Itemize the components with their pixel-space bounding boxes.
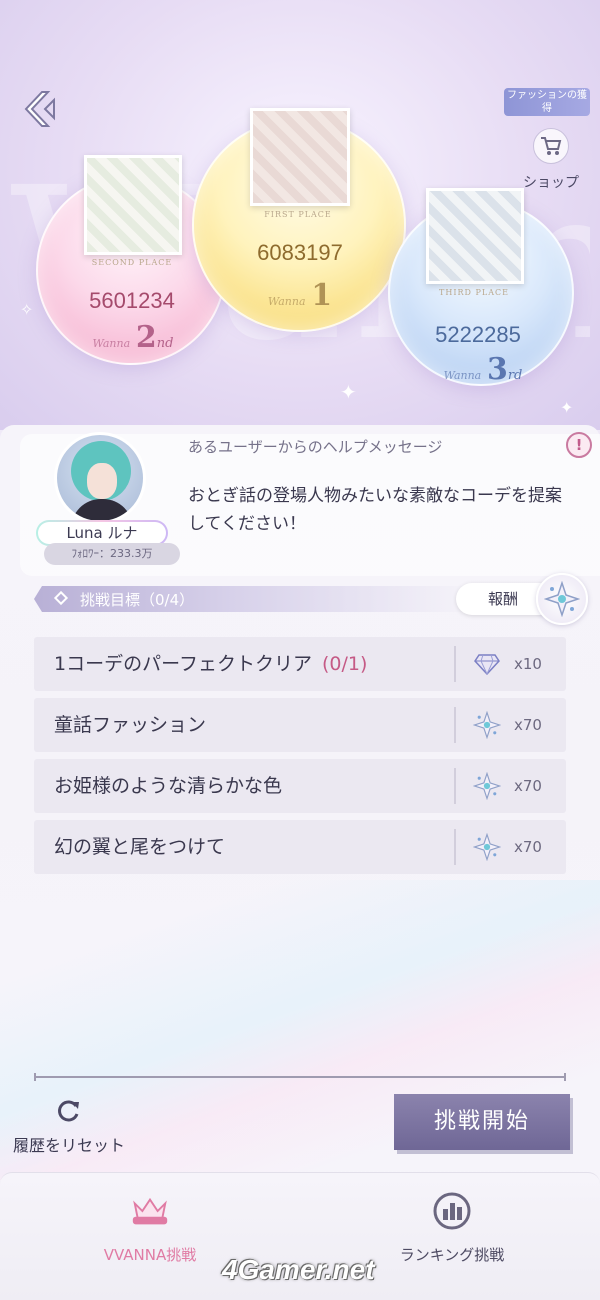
star-gem-icon bbox=[544, 581, 580, 617]
sparkle-icon: ✧ bbox=[20, 300, 34, 319]
bottom-divider bbox=[34, 1073, 566, 1081]
sparkle-icon: ✦ bbox=[560, 398, 574, 417]
user-name: Luna ルナ bbox=[38, 522, 166, 544]
reward-button[interactable] bbox=[536, 573, 588, 625]
follower-count: ﾌｫﾛﾜｰ：233.3万 bbox=[44, 543, 180, 565]
task-row[interactable]: 幻の翼と尾をつけて x70 bbox=[34, 820, 566, 874]
star-gem-icon bbox=[472, 832, 502, 862]
third-place-rank: Wanna 3rd bbox=[418, 352, 548, 387]
task-divider bbox=[454, 829, 456, 865]
first-place-photo[interactable] bbox=[250, 108, 350, 206]
first-place-score: 6083197 bbox=[257, 240, 343, 265]
third-place-score: 5222285 bbox=[435, 322, 521, 347]
rank-suffix: rd bbox=[507, 368, 523, 383]
task-label-text: 1コーデのパーフェクトクリア bbox=[54, 653, 312, 675]
task-divider bbox=[454, 646, 456, 682]
rank-sign-text: Wanna bbox=[267, 295, 306, 308]
task-row[interactable]: 1コーデのパーフェクトクリア (0/1) x10 bbox=[34, 637, 566, 691]
star-gem-icon bbox=[472, 710, 502, 740]
task-progress: (0/1) bbox=[321, 653, 368, 675]
first-place-rank: Wanna 1 bbox=[235, 278, 365, 313]
diamond-icon bbox=[472, 649, 502, 679]
help-message: おとぎ話の登場人物みたいな素敵なコーデを提案してください！ bbox=[188, 486, 562, 534]
chevron-left-icon bbox=[24, 91, 55, 127]
goal-title: 挑戦目標（0/4） bbox=[80, 591, 195, 609]
back-button[interactable] bbox=[20, 88, 62, 130]
task-reward-count: x10 bbox=[514, 655, 542, 673]
task-reward-count: x70 bbox=[514, 838, 542, 856]
second-place-caption: SECOND PLACE bbox=[91, 258, 173, 267]
watermark-logo: 4Gamer.net bbox=[222, 1254, 375, 1285]
second-place-rank: Wanna 2nd bbox=[68, 320, 198, 355]
third-place-caption: THIRD PLACE bbox=[439, 288, 509, 297]
sparkle-icon: ✦ bbox=[340, 380, 357, 404]
reset-label: 履歴をリセット bbox=[12, 1136, 125, 1155]
task-label: お姫様のような清らかな色 bbox=[54, 759, 282, 813]
cart-icon bbox=[533, 128, 569, 164]
tab-label: ランキング挑戦 bbox=[399, 1246, 505, 1264]
podium-area: Wanna ✦ ✦ ✦ ✧ FIRST PLACE SECOND PLACE T… bbox=[0, 0, 600, 430]
star-gem-icon bbox=[472, 771, 502, 801]
ranking-bars-icon bbox=[431, 1190, 473, 1232]
third-place-photo[interactable] bbox=[426, 188, 524, 284]
refresh-icon bbox=[54, 1096, 84, 1126]
tab-wanna-challenge[interactable]: VVANNA挑戦 bbox=[70, 1190, 230, 1270]
task-row[interactable]: お姫様のような清らかな色 x70 bbox=[34, 759, 566, 813]
task-label-text: 童話ファッション bbox=[54, 714, 207, 736]
reset-history-button[interactable]: 履歴をリセット bbox=[4, 1096, 134, 1158]
start-challenge-button[interactable]: 挑戦開始 bbox=[394, 1094, 570, 1150]
shop-label: ショップ bbox=[523, 175, 579, 191]
task-label-text: 幻の翼と尾をつけて bbox=[54, 836, 226, 858]
rank-sign-text: Wanna bbox=[443, 369, 482, 382]
rank-suffix: nd bbox=[156, 336, 174, 351]
task-label: 1コーデのパーフェクトクリア (0/1) bbox=[54, 637, 367, 691]
first-place-caption: FIRST PLACE bbox=[264, 210, 332, 219]
second-place-score: 5601234 bbox=[89, 288, 175, 313]
rank-sign-text: Wanna bbox=[92, 337, 131, 350]
rank-number: 3 bbox=[486, 352, 508, 387]
task-label: 童話ファッション bbox=[54, 698, 206, 752]
task-reward-count: x70 bbox=[514, 716, 542, 734]
task-divider bbox=[454, 768, 456, 804]
second-place-photo[interactable] bbox=[84, 155, 182, 255]
shop-button[interactable]: ショップ bbox=[516, 128, 586, 196]
task-label-text: お姫様のような清らかな色 bbox=[54, 775, 283, 797]
task-reward-count: x70 bbox=[514, 777, 542, 795]
task-divider bbox=[454, 707, 456, 743]
crown-badge-icon bbox=[129, 1190, 171, 1232]
task-label: 幻の翼と尾をつけて bbox=[54, 820, 225, 874]
rank-number: 2 bbox=[135, 320, 157, 355]
fashion-guide-button[interactable]: ファッションの獲得 bbox=[504, 88, 590, 116]
info-icon[interactable]: ! bbox=[566, 432, 592, 458]
tab-label: VVANNA挑戦 bbox=[103, 1246, 197, 1264]
rank-number: 1 bbox=[311, 278, 333, 313]
avatar[interactable] bbox=[54, 432, 146, 524]
avatar-face bbox=[87, 463, 117, 499]
help-title: あるユーザーからのヘルプメッセージ bbox=[188, 438, 443, 456]
task-row[interactable]: 童話ファッション x70 bbox=[34, 698, 566, 752]
tab-ranking-challenge[interactable]: ランキング挑戦 bbox=[372, 1190, 532, 1270]
